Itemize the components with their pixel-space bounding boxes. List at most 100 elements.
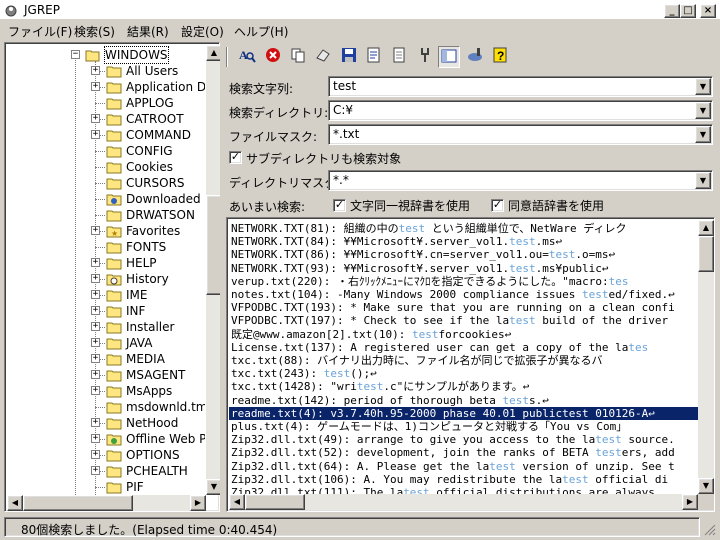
menu-settings[interactable]: 設定(O) bbox=[181, 23, 224, 40]
expand-icon[interactable]: + bbox=[91, 290, 100, 299]
expand-icon[interactable]: + bbox=[91, 418, 100, 427]
tree-node[interactable]: msdownld.tmp bbox=[7, 399, 205, 415]
expand-icon[interactable]: + bbox=[91, 354, 100, 363]
menu-file[interactable]: ファイル(F) bbox=[8, 23, 72, 40]
result-row[interactable]: Zip32.dll.txt(49): arrange to give you a… bbox=[229, 433, 698, 446]
result-row[interactable]: notes.txt(104): -Many Windows 2000 compl… bbox=[229, 288, 698, 301]
result-row[interactable]: 既定@www.amazon[2].txt(10): testforcookies… bbox=[229, 328, 698, 341]
result-row[interactable]: License.txt(137): A registered user can … bbox=[229, 341, 698, 354]
tool-icon[interactable] bbox=[414, 46, 436, 68]
expand-icon[interactable]: + bbox=[91, 450, 100, 459]
fuzzy-char-checkbox[interactable]: ✓ bbox=[333, 199, 346, 212]
result-row[interactable]: Zip32.dll.txt(64): A. Please get the lat… bbox=[229, 460, 698, 473]
scroll-thumb[interactable] bbox=[698, 236, 714, 272]
tree-node[interactable]: + OPTIONS bbox=[7, 447, 205, 463]
chevron-down-icon[interactable]: ▼ bbox=[695, 102, 711, 119]
document-icon[interactable] bbox=[388, 46, 410, 68]
expand-icon[interactable]: + bbox=[91, 386, 100, 395]
results-vertical-scrollbar[interactable]: ▲ ▼ bbox=[698, 220, 714, 494]
tree-node[interactable]: + NetHood bbox=[7, 415, 205, 431]
tree-node[interactable]: + JAVA bbox=[7, 335, 205, 351]
tree-node[interactable]: + Installer bbox=[7, 319, 205, 335]
resize-grip-icon[interactable] bbox=[704, 524, 716, 536]
expand-icon[interactable]: + bbox=[91, 306, 100, 315]
search-dir-value[interactable]: C:¥ bbox=[333, 103, 353, 117]
tree-node[interactable]: + HELP bbox=[7, 255, 205, 271]
tree-node[interactable]: DRWATSON bbox=[7, 207, 205, 223]
expand-icon[interactable]: + bbox=[91, 370, 100, 379]
result-row[interactable]: Zip32.dll.txt(52): development, join the… bbox=[229, 446, 698, 459]
save-icon[interactable] bbox=[338, 46, 360, 68]
result-row[interactable]: NETWORK.TXT(84): ¥¥Microsoft¥.server_vol… bbox=[229, 235, 698, 248]
results-horizontal-scrollbar[interactable]: ◀ ▶ bbox=[229, 494, 698, 510]
scroll-up-icon[interactable]: ▲ bbox=[698, 220, 714, 236]
search-text-value[interactable]: test bbox=[333, 79, 356, 93]
tree-node[interactable]: + INF bbox=[7, 303, 205, 319]
expand-icon[interactable]: + bbox=[91, 434, 100, 443]
eraser-icon[interactable] bbox=[312, 46, 334, 68]
tree-node[interactable]: CONFIG bbox=[7, 143, 205, 159]
minimize-button[interactable]: _ bbox=[664, 4, 680, 18]
subdir-checkbox[interactable]: ✓ bbox=[229, 151, 242, 164]
file-mask-value[interactable]: *.txt bbox=[333, 127, 359, 141]
expand-icon[interactable]: + bbox=[91, 130, 100, 139]
folder-tree[interactable]: − WINDOWS + All Users + Application Data APP… bbox=[4, 42, 222, 512]
result-row[interactable]: NETWORK.TXT(93): ¥¥Microsoft¥.server_vol… bbox=[229, 262, 698, 275]
tree-node[interactable]: FONTS bbox=[7, 239, 205, 255]
result-row[interactable]: plus.txt(4): ゲームモードは、1)コンピュータと対戦する「You v… bbox=[229, 420, 698, 433]
tree-node[interactable]: + Offline Web Pages bbox=[7, 431, 205, 447]
dir-mask-combo[interactable]: *.* ▼ bbox=[328, 170, 713, 191]
tree-node[interactable]: CURSORS bbox=[7, 175, 205, 191]
result-row[interactable]: txc.txt(243): test();↩ bbox=[229, 367, 698, 380]
result-row[interactable]: readme.txt(4): v3.7.40h.95-2000 phase 40… bbox=[229, 406, 698, 420]
result-row[interactable]: Zip32.dll.txt(111): The latest official … bbox=[229, 486, 698, 494]
expand-icon[interactable]: + bbox=[91, 114, 100, 123]
result-row[interactable]: txc.txt(1428): "writest.c"にサンプルがあります。↩ bbox=[229, 380, 698, 393]
tree-node[interactable]: PIF bbox=[7, 479, 205, 495]
tree-node[interactable]: Downloaded Program Files bbox=[7, 191, 205, 207]
tree-node[interactable]: + MEDIA bbox=[7, 351, 205, 367]
tree-node[interactable]: + History bbox=[7, 271, 205, 287]
tree-node[interactable]: + IME bbox=[7, 287, 205, 303]
expand-icon[interactable]: + bbox=[91, 66, 100, 75]
expand-icon[interactable]: + bbox=[91, 338, 100, 347]
result-row[interactable]: NETWORK.TXT(86): ¥¥Microsoft¥.cn=server_… bbox=[229, 248, 698, 261]
expand-icon[interactable]: + bbox=[91, 466, 100, 475]
stop-icon[interactable] bbox=[262, 46, 284, 68]
chevron-down-icon[interactable]: ▼ bbox=[695, 126, 711, 143]
pane-splitter[interactable] bbox=[220, 42, 224, 512]
tree-node[interactable]: + All Users bbox=[7, 63, 205, 79]
edit-document-icon[interactable] bbox=[363, 46, 385, 68]
maximize-button[interactable]: □ bbox=[680, 4, 696, 18]
scroll-right-icon[interactable]: ▶ bbox=[682, 494, 698, 510]
scroll-right-icon[interactable]: ▶ bbox=[190, 495, 206, 511]
tree-node[interactable]: + ★ Favorites bbox=[7, 223, 205, 239]
scroll-down-icon[interactable]: ▼ bbox=[698, 478, 714, 494]
tree-node-root[interactable]: − WINDOWS bbox=[7, 46, 205, 64]
tree-node[interactable]: APPLOG bbox=[7, 95, 205, 111]
close-button[interactable]: × bbox=[700, 4, 716, 18]
tree-node[interactable]: + CATROOT bbox=[7, 111, 205, 127]
search-text-combo[interactable]: test ▼ bbox=[328, 76, 713, 97]
search-dir-combo[interactable]: C:¥ ▼ bbox=[328, 100, 713, 121]
tree-node[interactable]: + MsApps bbox=[7, 383, 205, 399]
tree-node[interactable]: Cookies bbox=[7, 159, 205, 175]
menu-help[interactable]: ヘルプ(H) bbox=[234, 23, 288, 40]
help-icon[interactable]: ? bbox=[489, 46, 511, 68]
tree-horizontal-scrollbar[interactable]: ◀ ▶ bbox=[7, 495, 206, 511]
tree-node[interactable]: + Application Data bbox=[7, 79, 205, 95]
settings-icon[interactable] bbox=[464, 46, 486, 68]
search-icon[interactable]: A bbox=[236, 46, 258, 68]
result-row[interactable]: VFPODBC.TXT(193): * Make sure that you a… bbox=[229, 301, 698, 314]
result-row[interactable]: readme.txt(142): period of thorough beta… bbox=[229, 394, 698, 407]
dir-mask-value[interactable]: *.* bbox=[333, 173, 349, 187]
scroll-left-icon[interactable]: ◀ bbox=[229, 494, 245, 510]
scroll-thumb[interactable] bbox=[23, 495, 133, 511]
expand-icon[interactable]: + bbox=[91, 274, 100, 283]
collapse-icon[interactable]: − bbox=[71, 50, 80, 59]
result-row[interactable]: NETWORK.TXT(81): 組織の中のtest という組織単位で、NetW… bbox=[229, 222, 698, 235]
menu-result[interactable]: 結果(R) bbox=[127, 23, 169, 40]
scroll-thumb[interactable] bbox=[245, 494, 305, 510]
scroll-left-icon[interactable]: ◀ bbox=[7, 495, 23, 511]
tree-node[interactable]: + MSAGENT bbox=[7, 367, 205, 383]
